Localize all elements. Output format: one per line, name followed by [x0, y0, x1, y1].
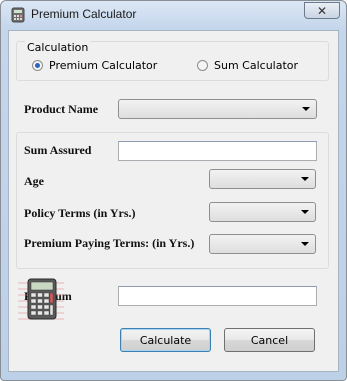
calculation-group-label: Calculation: [25, 41, 91, 54]
radio-checked-indicator: [32, 60, 43, 71]
premium-output[interactable]: [118, 286, 317, 306]
sum-calculator-label: Sum Calculator: [214, 59, 299, 72]
product-name-label: Product Name: [24, 102, 99, 116]
calculate-button[interactable]: Calculate: [120, 328, 211, 352]
sum-assured-input[interactable]: [118, 141, 317, 161]
calculator-icon: [18, 278, 64, 320]
calculation-group: Calculation Premium Calculator Sum Calcu…: [16, 41, 329, 81]
premium-paying-terms-label: Premium Paying Terms: (in Yrs.): [24, 236, 195, 250]
product-name-dropdown[interactable]: [118, 99, 317, 119]
policy-terms-label: Policy Terms (in Yrs.): [24, 206, 136, 220]
chevron-down-icon: [301, 177, 309, 181]
premium-calculator-label: Premium Calculator: [49, 59, 158, 72]
premium-paying-terms-dropdown[interactable]: [209, 234, 316, 254]
sum-assured-label: Sum Assured: [24, 143, 92, 157]
calculator-icon: [11, 7, 25, 23]
age-dropdown[interactable]: [209, 169, 316, 189]
cancel-button[interactable]: Cancel: [224, 328, 315, 352]
close-button[interactable]: ✕: [304, 2, 340, 19]
chevron-down-icon: [302, 107, 310, 111]
premium-calculator-radio[interactable]: Premium Calculator: [32, 59, 157, 72]
title-bar[interactable]: Premium Calculator ✕: [1, 1, 346, 29]
close-icon: ✕: [316, 3, 328, 18]
chevron-down-icon: [301, 210, 309, 214]
radio-unchecked-indicator: [197, 60, 208, 71]
policy-terms-dropdown[interactable]: [209, 202, 316, 222]
age-label: Age: [24, 174, 44, 188]
chevron-down-icon: [301, 242, 309, 246]
window-title: Premium Calculator: [31, 7, 137, 21]
app-window: Premium Calculator ✕ Calculation Premium…: [0, 0, 347, 381]
sum-calculator-radio[interactable]: Sum Calculator: [197, 59, 298, 72]
